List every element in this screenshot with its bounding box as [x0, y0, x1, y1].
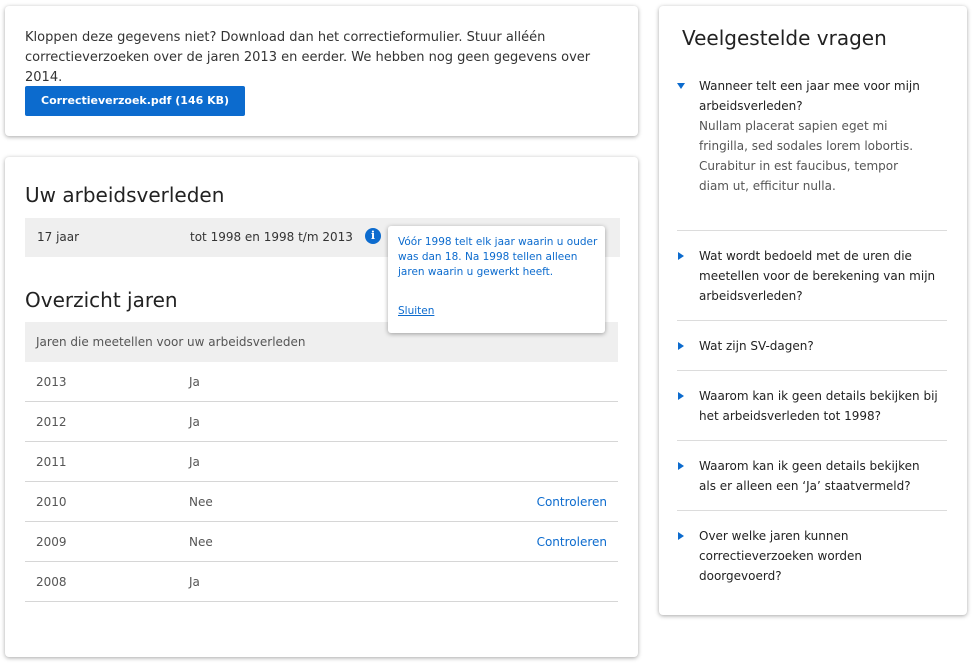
faq-question[interactable]: Wat zijn SV-dagen?	[699, 336, 939, 356]
table-row: 2013 Ja	[25, 362, 618, 402]
faq-title: Veelgestelde vragen	[682, 26, 887, 50]
tooltip-close-link[interactable]: Sluiten	[398, 305, 434, 317]
row-year: 2010	[36, 495, 67, 509]
info-tooltip: Vóór 1998 telt elk jaar waarin u ouder w…	[388, 226, 605, 333]
faq-item: Over welke jaren kunnen correctieverzoek…	[677, 526, 947, 596]
info-icon[interactable]: i	[365, 228, 381, 244]
faq-item: Wanneer telt een jaar mee voor mijn arbe…	[677, 76, 947, 231]
overzicht-title: Overzicht jaren	[25, 288, 178, 312]
faq-item: Wat wordt bedoeld met de uren die meetel…	[677, 246, 947, 321]
faq-question[interactable]: Waarom kan ik geen details bekijken als …	[699, 456, 939, 496]
controleren-link[interactable]: Controleren	[537, 522, 607, 562]
faq-item: Waarom kan ik geen details bekijken bij …	[677, 386, 947, 441]
chevron-right-icon	[678, 252, 684, 260]
faq-answer: Nullam placerat sapien eget mi fringilla…	[699, 119, 914, 193]
download-card: Kloppen deze gegevens niet? Download dan…	[5, 6, 638, 136]
row-counts: Ja	[189, 575, 200, 589]
controleren-link[interactable]: Controleren	[537, 482, 607, 522]
table-row: 2010 Nee Controleren	[25, 482, 618, 522]
chevron-down-icon	[677, 83, 685, 89]
table-row: 2012 Ja	[25, 402, 618, 442]
row-year: 2008	[36, 575, 67, 589]
table-row: 2011 Ja	[25, 442, 618, 482]
faq-item: Wat zijn SV-dagen?	[677, 336, 947, 371]
row-counts: Nee	[189, 535, 213, 549]
faq-question[interactable]: Wanneer telt een jaar mee voor mijn arbe…	[699, 76, 939, 116]
tooltip-text: Vóór 1998 telt elk jaar waarin u ouder w…	[398, 236, 598, 278]
chevron-right-icon	[678, 392, 684, 400]
chevron-right-icon	[678, 342, 684, 350]
row-counts: Ja	[189, 375, 200, 389]
table-row: 2008 Ja	[25, 562, 618, 602]
summary-years: 17 jaar	[37, 230, 80, 244]
faq-question[interactable]: Wat wordt bedoeld met de uren die meetel…	[699, 246, 939, 306]
row-year: 2013	[36, 375, 67, 389]
row-counts: Nee	[189, 495, 213, 509]
faq-card: Veelgestelde vragen Wanneer telt een jaa…	[659, 6, 967, 615]
row-year: 2011	[36, 455, 67, 469]
years-table: Jaren die meetellen voor uw arbeidsverle…	[25, 322, 618, 602]
row-year: 2009	[36, 535, 67, 549]
chevron-right-icon	[678, 532, 684, 540]
faq-question[interactable]: Over welke jaren kunnen correctieverzoek…	[699, 526, 939, 586]
row-year: 2012	[36, 415, 67, 429]
row-counts: Ja	[189, 415, 200, 429]
summary-period: tot 1998 en 1998 t/m 2013	[190, 230, 353, 244]
faq-item: Waarom kan ik geen details bekijken als …	[677, 456, 947, 511]
table-row: 2009 Nee Controleren	[25, 522, 618, 562]
correction-intro-text: Kloppen deze gegevens niet? Download dan…	[25, 30, 591, 85]
chevron-right-icon	[678, 462, 684, 470]
download-pdf-button[interactable]: Correctieverzoek.pdf (146 KB)	[25, 86, 246, 116]
arbeidsverleden-title: Uw arbeidsverleden	[25, 183, 225, 207]
row-counts: Ja	[189, 455, 200, 469]
faq-question[interactable]: Waarom kan ik geen details bekijken bij …	[699, 386, 939, 426]
